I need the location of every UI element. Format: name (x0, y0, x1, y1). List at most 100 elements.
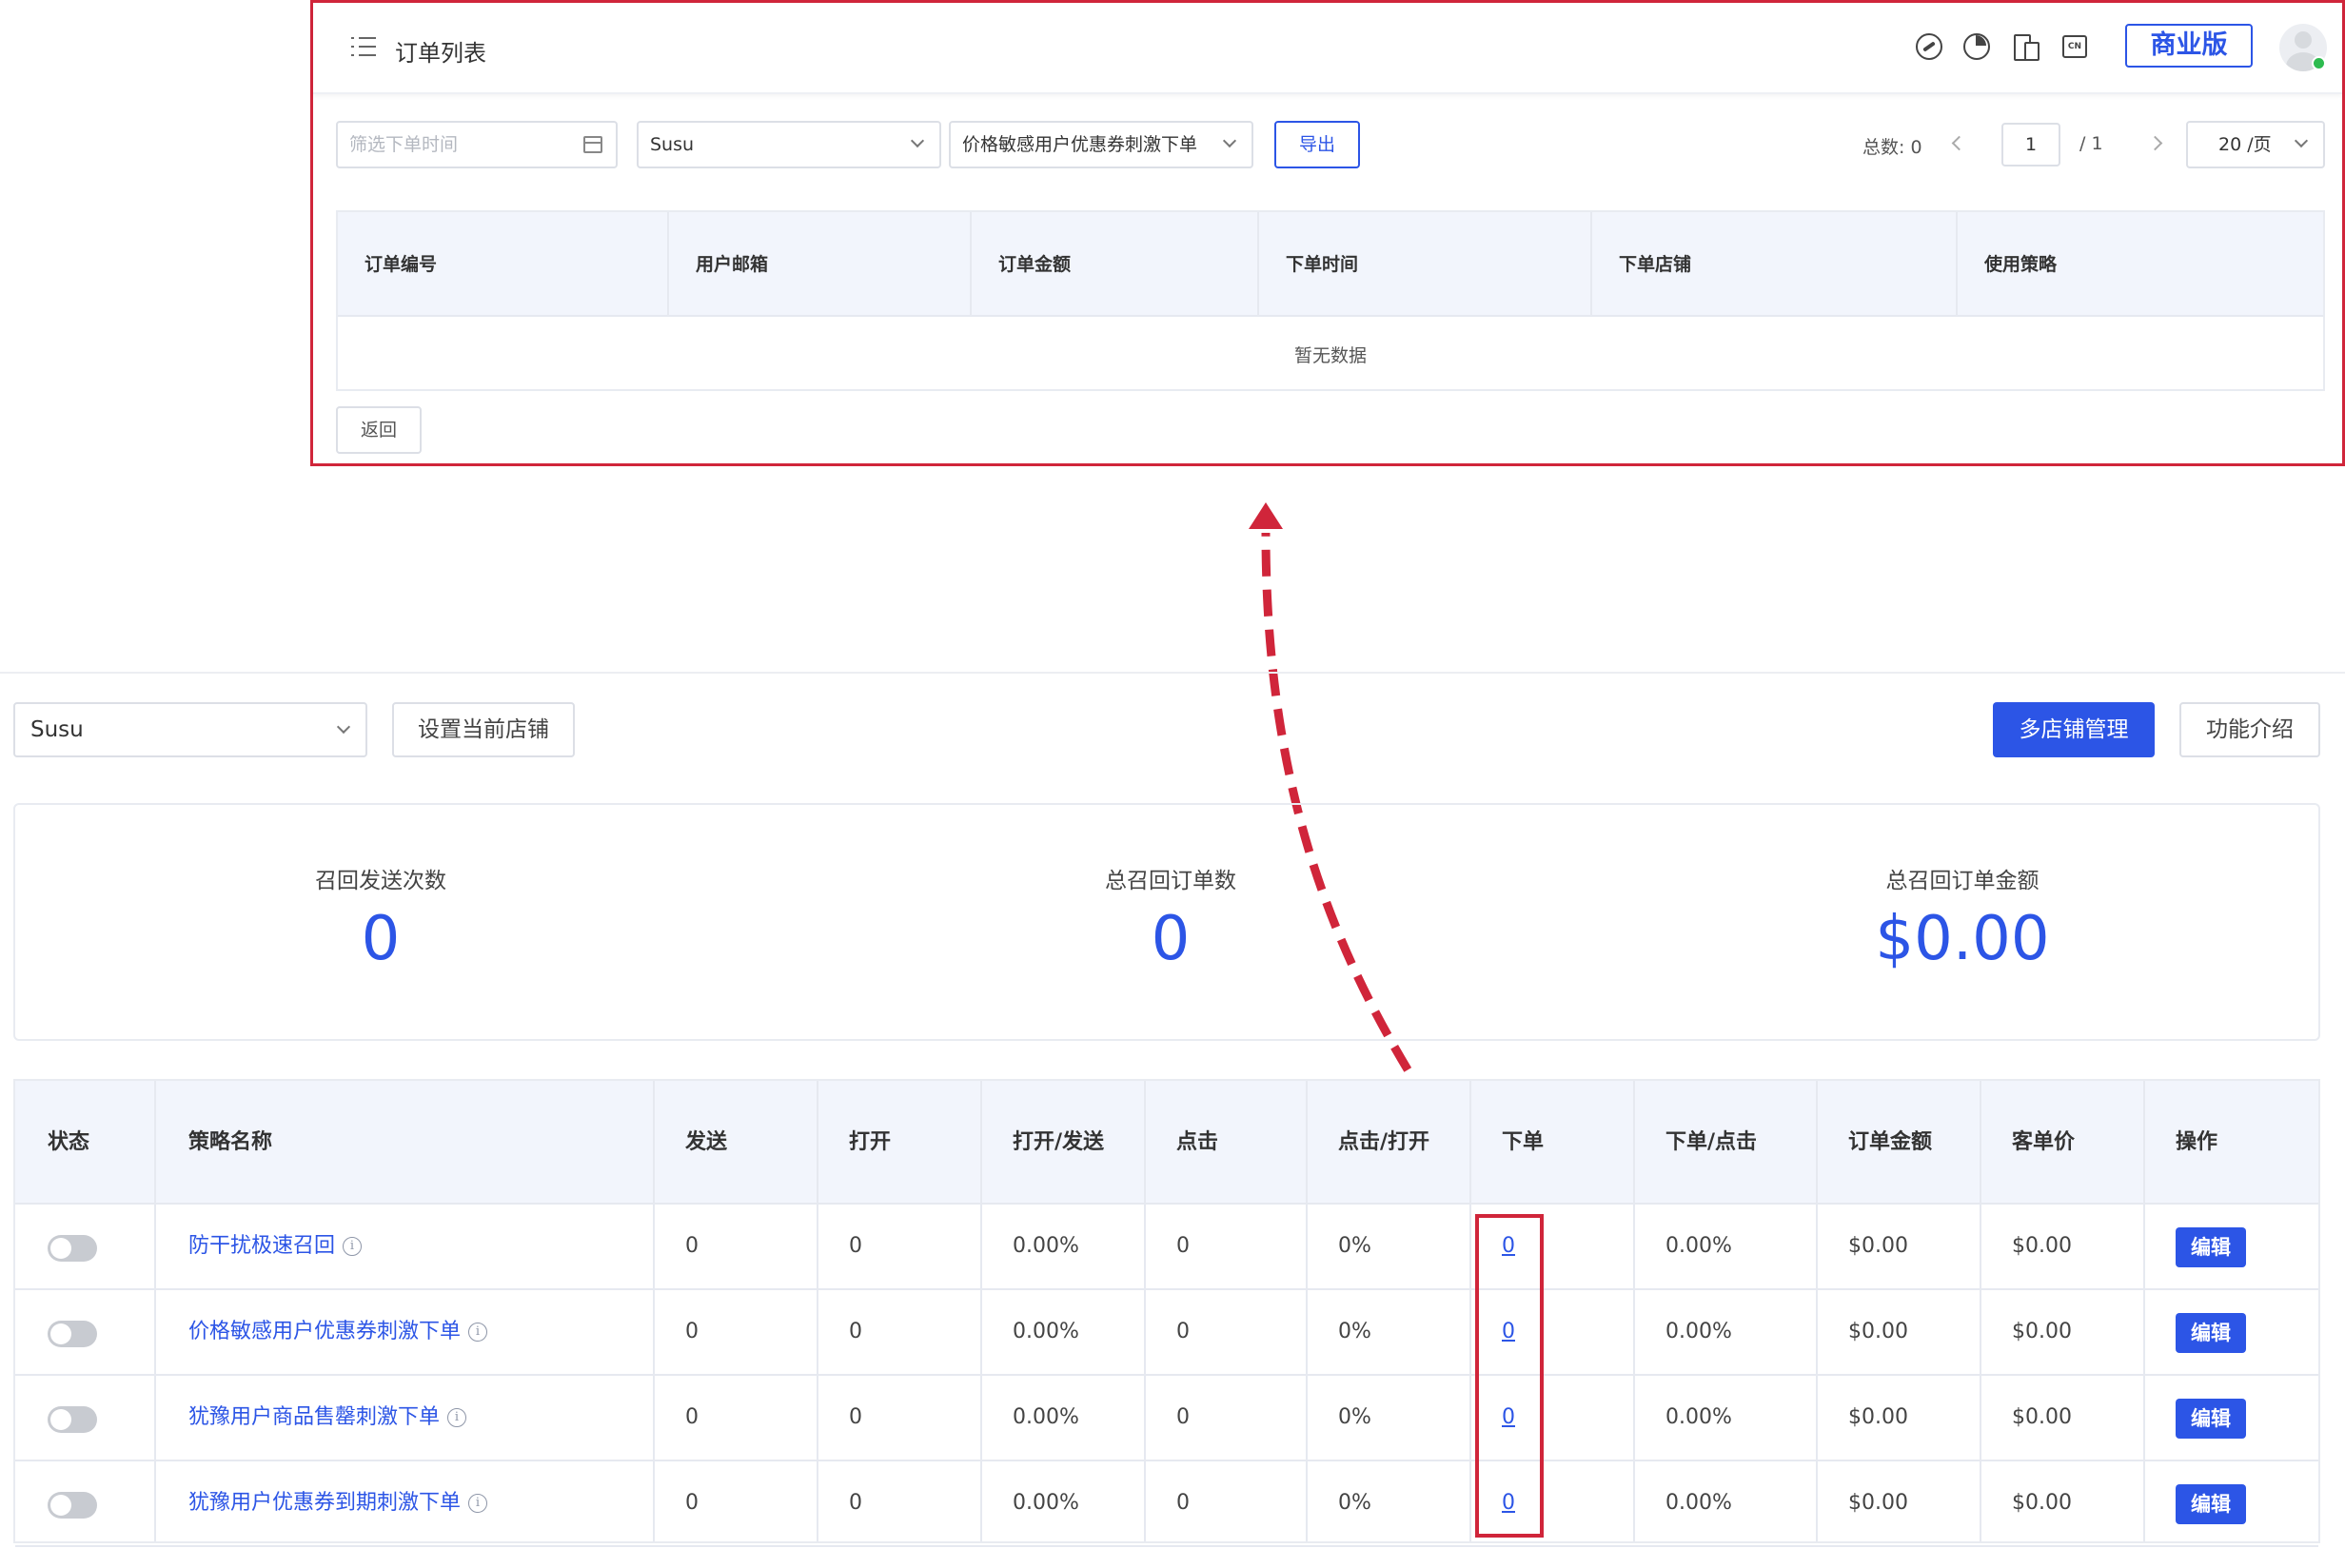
column-header: 使用策略 (1984, 254, 2058, 275)
chevron-down-icon (1222, 133, 1237, 148)
click-cell: 0 (1176, 1491, 1190, 1515)
cn-language-icon[interactable]: CN (2062, 35, 2087, 58)
column-header: 点击/打开 (1338, 1130, 1430, 1154)
amount-cell: $0.00 (1848, 1320, 1908, 1343)
stat-value: 0 (1151, 904, 1191, 974)
strategy-table-header: 状态 策略名称 发送 打开 打开/发送 点击 点击/打开 下单 下单/点击 订单… (15, 1081, 2318, 1205)
column-header: 打开 (849, 1130, 892, 1154)
info-icon[interactable]: i (447, 1408, 467, 1427)
status-toggle[interactable] (48, 1492, 97, 1519)
amount-cell: $0.00 (1848, 1405, 1908, 1429)
order-rate-cell: 0.00% (1665, 1234, 1732, 1258)
strategy-name-link[interactable]: 价格敏感用户优惠券刺激下单 i (188, 1290, 488, 1374)
open-rate-cell: 0.00% (1013, 1491, 1079, 1515)
column-header: 打开/发送 (1013, 1130, 1105, 1154)
multi-store-manage-button[interactable]: 多店铺管理 (1993, 702, 2155, 757)
status-toggle[interactable] (48, 1235, 97, 1262)
column-header: 下单 (1502, 1130, 1545, 1154)
open-rate-cell: 0.00% (1013, 1320, 1079, 1343)
column-header: 订单编号 (338, 212, 669, 317)
column-header: 用户邮箱 (669, 212, 972, 317)
click-rate-cell: 0% (1338, 1234, 1371, 1258)
strategy-name-link[interactable]: 防干扰极速召回 i (188, 1205, 363, 1288)
strategy-filter-value: 价格敏感用户优惠券刺激下单 (962, 134, 1198, 155)
strategy-table: 状态 策略名称 发送 打开 打开/发送 点击 点击/打开 下单 下单/点击 订单… (13, 1079, 2320, 1547)
set-current-store-button[interactable]: 设置当前店铺 (392, 702, 575, 757)
edit-button[interactable]: 编辑 (2176, 1399, 2246, 1439)
chevron-down-icon (336, 719, 351, 735)
empty-state: 暂无数据 (1293, 345, 1367, 366)
status-toggle[interactable] (48, 1321, 97, 1347)
device-icon[interactable] (2013, 33, 2040, 61)
store-filter-select[interactable]: Susu (637, 121, 941, 168)
strategy-name[interactable]: 犹豫用户商品售罄刺激下单 (188, 1405, 440, 1429)
strategy-name[interactable]: 犹豫用户优惠券到期刺激下单 (188, 1491, 461, 1515)
table-row: 价格敏感用户优惠券刺激下单 i 0 0 0.00% 0 0% 0 0.00% $0… (15, 1290, 2318, 1376)
strategy-name[interactable]: 价格敏感用户优惠券刺激下单 (188, 1320, 461, 1343)
chevron-down-icon (2294, 133, 2309, 148)
send-cell: 0 (685, 1491, 699, 1515)
table-row: 犹豫用户优惠券到期刺激下单 i 0 0 0.00% 0 0% 0 0.00% $0… (15, 1461, 2318, 1547)
click-rate-cell: 0% (1338, 1491, 1371, 1515)
online-status-dot (2312, 56, 2326, 70)
compass-icon[interactable] (1916, 33, 1942, 60)
column-header: 订单金额 (972, 212, 1259, 317)
edit-button[interactable]: 编辑 (2176, 1313, 2246, 1353)
back-button[interactable]: 返回 (336, 406, 422, 454)
column-header: 下单店铺 (1592, 212, 1958, 317)
table-row: 犹豫用户商品售罄刺激下单 i 0 0 0.00% 0 0% 0 0.00% $0.… (15, 1376, 2318, 1461)
column-header: 发送 (685, 1130, 728, 1154)
open-rate-cell: 0.00% (1013, 1405, 1079, 1429)
store-filter-value: Susu (650, 134, 695, 155)
info-icon[interactable]: i (468, 1323, 488, 1342)
order-table-header: 订单编号 用户邮箱 订单金额 下单时间 下单店铺 使用策略 (338, 212, 2323, 317)
send-cell: 0 (685, 1405, 699, 1429)
table-row: 防干扰极速召回 i 0 0 0.00% 0 0% 0 0.00% $0.00 $0… (15, 1205, 2318, 1290)
strategy-name-link[interactable]: 犹豫用户优惠券到期刺激下单 i (188, 1461, 488, 1545)
strategy-name[interactable]: 防干扰极速召回 (188, 1234, 335, 1258)
amount-cell: $0.00 (1848, 1491, 1908, 1515)
chevron-right-icon[interactable] (2147, 135, 2163, 151)
strategy-name-link[interactable]: 犹豫用户商品售罄刺激下单 i (188, 1376, 467, 1460)
order-table: 订单编号 用户邮箱 订单金额 下单时间 下单店铺 使用策略 暂无数据 (336, 210, 2325, 391)
page-number-input[interactable]: 1 (2001, 123, 2060, 167)
edit-button[interactable]: 编辑 (2176, 1227, 2246, 1267)
send-cell: 0 (685, 1234, 699, 1258)
edit-button[interactable]: 编辑 (2176, 1484, 2246, 1524)
feature-intro-button[interactable]: 功能介绍 (2179, 702, 2320, 757)
strategy-filter-select[interactable]: 价格敏感用户优惠券刺激下单 (949, 121, 1253, 168)
column-header: 客单价 (2012, 1130, 2076, 1154)
stats-card: 召回发送次数 0 总召回订单数 0 总召回订单金额 $0.00 (13, 803, 2320, 1041)
avg-price-cell: $0.00 (2012, 1405, 2072, 1429)
export-button[interactable]: 导出 (1274, 121, 1360, 168)
chevron-left-icon[interactable] (1951, 135, 1967, 151)
order-count-link[interactable]: 0 (1502, 1205, 1515, 1288)
open-rate-cell: 0.00% (1013, 1234, 1079, 1258)
pie-chart-icon[interactable] (1963, 33, 1990, 60)
avg-price-cell: $0.00 (2012, 1234, 2072, 1258)
open-cell: 0 (849, 1320, 862, 1343)
order-count-link[interactable]: 0 (1502, 1290, 1515, 1374)
business-edition-badge[interactable]: 商业版 (2125, 24, 2253, 68)
order-count-link[interactable]: 0 (1502, 1461, 1515, 1545)
column-header: 操作 (2176, 1130, 2218, 1154)
page-size-select[interactable]: 20 /页 (2186, 121, 2325, 168)
store-select[interactable]: Susu (13, 702, 367, 757)
open-cell: 0 (849, 1405, 862, 1429)
stat-order-amount: 总召回订单金额 $0.00 (1763, 862, 2162, 974)
column-header: 下单时间 (1259, 212, 1592, 317)
open-cell: 0 (849, 1491, 862, 1515)
order-count-link[interactable]: 0 (1502, 1376, 1515, 1460)
stat-value: 0 (361, 904, 401, 974)
recall-dashboard: Susu 设置当前店铺 多店铺管理 功能介绍 召回发送次数 0 总召回订单数 0… (0, 672, 2345, 1568)
page-size-value: 20 /页 (2218, 134, 2272, 155)
info-icon[interactable]: i (468, 1494, 488, 1513)
date-filter-placeholder: 筛选下单时间 (349, 134, 459, 155)
send-cell: 0 (685, 1320, 699, 1343)
info-icon[interactable]: i (343, 1237, 363, 1256)
stat-label: 总召回订单数 (1105, 869, 1236, 893)
column-header: 订单金额 (1848, 1130, 1933, 1154)
status-toggle[interactable] (48, 1406, 97, 1433)
date-filter-input[interactable]: 筛选下单时间 (336, 121, 618, 168)
stat-value: $0.00 (1875, 904, 2050, 974)
